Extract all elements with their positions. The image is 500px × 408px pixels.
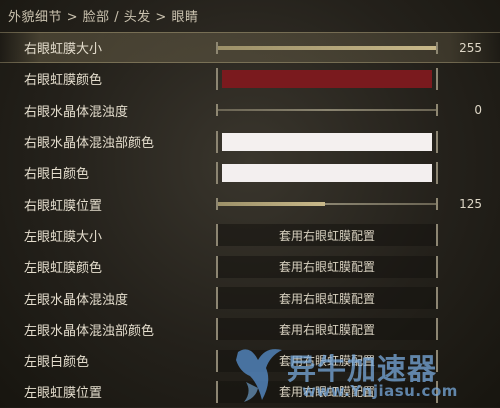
- setting-row-right-eye-white-color[interactable]: 右眼白颜色: [0, 157, 500, 188]
- setting-label: 左眼水晶体混浊度: [24, 292, 129, 308]
- breadcrumb: 外貌细节 > 脸部 / 头发 > 眼睛: [8, 10, 199, 25]
- setting-label: 右眼虹膜大小: [24, 42, 103, 58]
- right-iris-size-slider[interactable]: [216, 41, 438, 55]
- right-lens-opacity-color-picker[interactable]: [216, 130, 438, 153]
- right-iris-position-slider[interactable]: [216, 197, 438, 211]
- watermark-logo: 异牛加速器 www.Ynjiasu.com: [232, 342, 497, 404]
- apply-right-iris-button[interactable]: 套用右眼虹膜配置: [216, 318, 438, 341]
- setting-row-left-iris-color[interactable]: 左眼虹膜颜色 套用右眼虹膜配置: [0, 251, 500, 282]
- setting-label: 左眼白颜色: [24, 355, 90, 371]
- setting-label: 左眼虹膜大小: [24, 229, 103, 245]
- setting-label: 左眼水晶体混浊部颜色: [24, 323, 155, 339]
- setting-row-left-iris-size[interactable]: 左眼虹膜大小 套用右眼虹膜配置: [0, 220, 500, 251]
- right-iris-color-picker[interactable]: [216, 67, 438, 90]
- apply-right-iris-button[interactable]: 套用右眼虹膜配置: [216, 224, 438, 247]
- setting-label: 右眼水晶体混浊部颜色: [24, 136, 155, 152]
- setting-label: 右眼水晶体混浊度: [24, 104, 129, 120]
- setting-row-right-iris-color[interactable]: 右眼虹膜颜色: [0, 63, 500, 94]
- setting-label: 右眼虹膜颜色: [24, 73, 103, 89]
- slider-value: 255: [459, 40, 482, 55]
- setting-label: 左眼虹膜位置: [24, 386, 103, 402]
- color-swatch: [222, 69, 432, 88]
- slider-value: 125: [459, 197, 482, 212]
- apply-right-iris-button[interactable]: 套用右眼虹膜配置: [216, 287, 438, 310]
- slider-value: 0: [474, 103, 482, 118]
- setting-label: 左眼虹膜颜色: [24, 261, 103, 277]
- setting-row-right-iris-size[interactable]: 右眼虹膜大小 255: [0, 32, 500, 64]
- watermark-url: www.Ynjiasu.com: [302, 382, 458, 400]
- setting-row-right-lens-opacity-color[interactable]: 右眼水晶体混浊部颜色: [0, 126, 500, 157]
- apply-right-iris-button[interactable]: 套用右眼虹膜配置: [216, 255, 438, 278]
- setting-row-right-iris-position[interactable]: 右眼虹膜位置 125: [0, 188, 500, 219]
- setting-label: 右眼虹膜位置: [24, 198, 103, 214]
- right-eye-white-color-picker[interactable]: [216, 161, 438, 184]
- color-swatch: [222, 163, 432, 182]
- setting-row-right-lens-opacity[interactable]: 右眼水晶体混浊度 0: [0, 95, 500, 126]
- bull-logo-icon: [236, 349, 282, 402]
- setting-label: 右眼白颜色: [24, 167, 90, 183]
- right-lens-opacity-slider[interactable]: [216, 103, 438, 117]
- color-swatch: [222, 132, 432, 151]
- setting-row-left-lens-opacity[interactable]: 左眼水晶体混浊度 套用右眼虹膜配置: [0, 282, 500, 313]
- setting-row-left-lens-opacity-color[interactable]: 左眼水晶体混浊部颜色 套用右眼虹膜配置: [0, 314, 500, 345]
